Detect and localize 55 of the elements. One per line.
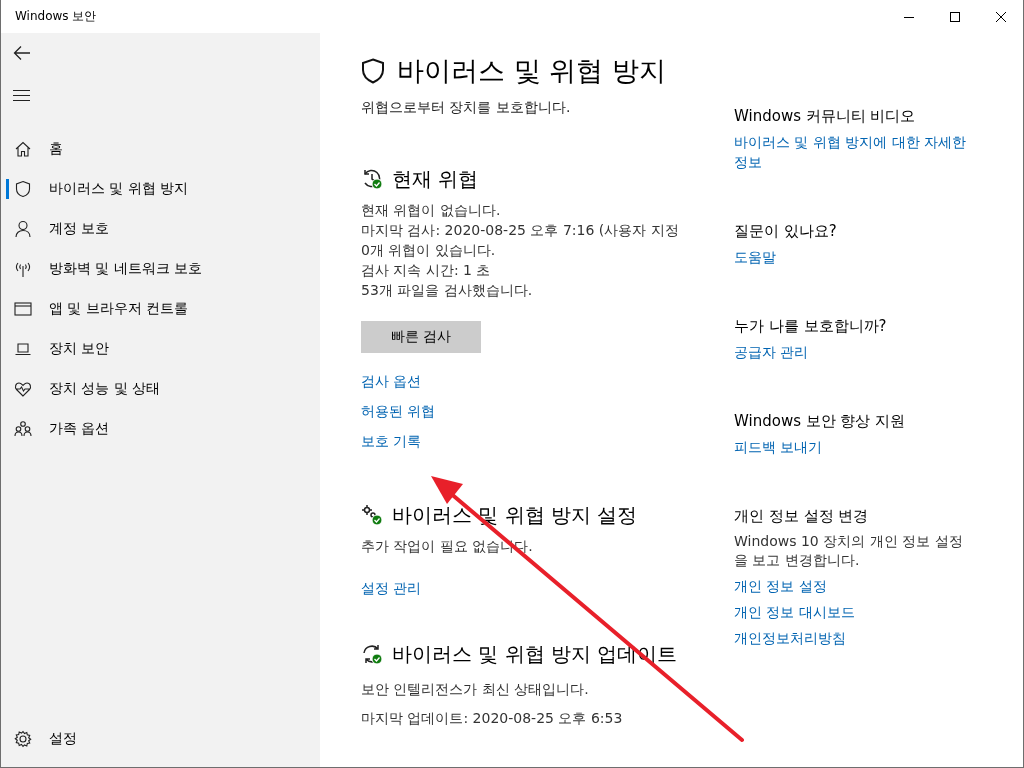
sidebar-item[interactable]: 앱 및 브라우저 컨트롤 [1, 289, 320, 329]
laptop-icon [14, 340, 32, 358]
status-text: 보안 인텔리전스가 최신 상태입니다. [361, 680, 590, 699]
status-text: 마지막 검사: 2020-08-25 오후 7:16 (사용자 지정 [361, 221, 680, 240]
antenna-icon [14, 260, 32, 278]
link[interactable]: 설정 관리 [361, 578, 422, 598]
settings-icon [14, 730, 32, 748]
status-text: 53개 파일을 검사했습니다. [361, 281, 534, 300]
person-icon [14, 220, 32, 238]
side-heading: 개인 정보 설정 변경 [734, 506, 870, 526]
side-heading: 누가 나를 보호합니까? [734, 316, 888, 336]
home-icon [14, 140, 32, 158]
page-title: 바이러스 및 위협 방지 [397, 54, 666, 88]
link[interactable]: 개인 정보 대시보드 [734, 602, 855, 622]
side-heading: Windows 보안 향상 지원 [734, 411, 907, 431]
window-title: Windows 보안 [15, 8, 97, 25]
window-icon [14, 300, 32, 318]
side-heading: Windows 커뮤니티 비디오 [734, 106, 917, 126]
sidebar-item[interactable]: 장치 성능 및 상태 [1, 369, 320, 409]
link[interactable]: 바이러스 및 위협 방지에 대한 자세한 정보 [734, 132, 969, 172]
link[interactable]: 개인 정보 설정 [734, 576, 827, 596]
shield-icon [14, 180, 32, 198]
status-text: 마지막 업데이트: 2020-08-25 오후 6:53 [361, 709, 624, 728]
sidebar-item[interactable]: 바이러스 및 위협 방지 [1, 169, 320, 209]
link[interactable]: 피드백 보내기 [734, 437, 823, 457]
link[interactable]: 개인정보처리방침 [734, 628, 846, 648]
sidebar-item[interactable]: 가족 옵션 [1, 409, 320, 449]
section-heading: 현재 위협 [392, 167, 479, 191]
status-text: 검사 지속 시간: 1 초 [361, 261, 492, 280]
status-text: 0개 위협이 있습니다. [361, 241, 497, 260]
status-text: 현재 위협이 없습니다. [361, 201, 502, 220]
side-heading: 질문이 있나요? [734, 221, 838, 241]
family-icon [14, 420, 32, 438]
quick-scan-button[interactable]: 빠른 검사 [361, 321, 481, 353]
heart-icon [14, 380, 32, 398]
link[interactable]: 보호 기록 [361, 431, 422, 451]
link[interactable]: 공급자 관리 [734, 342, 809, 362]
side-description: Windows 10 장치의 개인 정보 설정을 보고 변경합니다. [734, 532, 964, 570]
shield-icon [361, 58, 385, 84]
sidebar-item[interactable]: 방화벽 및 네트워크 보호 [1, 249, 320, 289]
refresh-check-icon [361, 643, 383, 665]
sidebar-item[interactable]: 장치 보안 [1, 329, 320, 369]
sidebar-item[interactable]: 홈 [1, 129, 320, 169]
menu-icon[interactable] [13, 90, 30, 101]
link[interactable]: 도움말 [734, 247, 776, 267]
maximize-icon[interactable] [949, 10, 961, 23]
back-arrow-icon[interactable] [13, 45, 31, 61]
link[interactable]: 검사 옵션 [361, 371, 422, 391]
settings-item[interactable]: 설정 [1, 719, 320, 759]
sidebar-item[interactable]: 계정 보호 [1, 209, 320, 249]
close-icon[interactable] [995, 10, 1007, 23]
gears-check-icon [361, 504, 383, 526]
page-subtitle: 위협으로부터 장치를 보호합니다. [361, 99, 572, 117]
clock-check-icon [361, 168, 383, 190]
link[interactable]: 허용된 위협 [361, 401, 436, 421]
